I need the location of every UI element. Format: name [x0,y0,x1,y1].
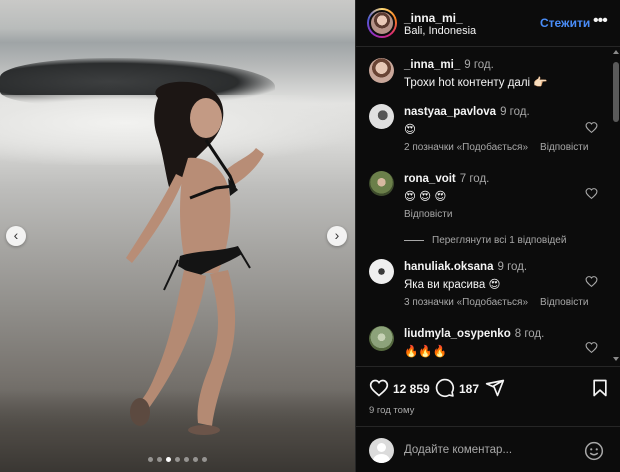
view-replies-link[interactable]: Переглянути всі 1 відповідей [404,235,566,246]
carousel-dot[interactable] [166,457,171,462]
comment-meta: 3 позначки «Подобається» Відповісти [404,297,588,308]
carousel-next-button[interactable]: › [327,226,347,246]
comment-text: 🔥🔥🔥 [404,346,447,358]
comment-text: Трохи hot контенту далі 👉🏻 [404,77,548,89]
replies-divider [404,240,424,241]
author-avatar[interactable] [367,8,397,38]
heart-icon[interactable] [585,275,598,288]
reply-button[interactable]: Відповісти [404,209,452,220]
comment-likes-count[interactable]: 3 позначки «Подобається» [404,297,528,308]
heart-icon[interactable] [585,187,598,200]
comment-time: 9 год. [500,106,530,118]
comment-text: Яка ви красива 😍 [404,279,501,291]
comment-meta: Відповісти [404,209,452,220]
comment-time: 9 год. [497,261,528,273]
reply-button[interactable]: Відповісти [540,297,588,308]
follow-button[interactable]: Стежити [540,16,590,30]
comment-text: 😍 😍 😍 [404,191,447,203]
reply-button[interactable]: Відповісти [540,142,588,153]
comment-text: 😍 [404,124,416,136]
bookmark-icon[interactable] [590,378,610,398]
scroll-down-arrow[interactable] [613,357,619,361]
carousel-dot[interactable] [148,457,153,462]
comment-avatar[interactable] [369,259,394,284]
comment-time: 9 год. [464,59,494,71]
post-header: _inna_mi_ Bali, Indonesia Стежити ••• [356,0,620,47]
comment-time: 8 год. [514,328,545,340]
comment-avatar[interactable] [369,171,394,196]
carousel-dot[interactable] [202,457,207,462]
heart-icon[interactable] [369,378,389,398]
carousel-dot[interactable] [184,457,189,462]
post-time-ago[interactable]: 9 год тому [369,405,414,416]
heart-icon[interactable] [585,341,598,354]
like-count[interactable]: 12 859 [393,382,430,396]
comment-author[interactable]: liudmyla_osypenko 8 год. [404,328,544,340]
comment-time: 7 год. [459,173,490,185]
share-icon[interactable] [485,378,505,398]
more-dots-icon[interactable]: ••• [593,12,608,30]
comment-likes-count[interactable]: 2 позначки «Подобається» [404,142,528,153]
comments-scrollbar[interactable] [612,60,619,360]
post-side-panel: _inna_mi_ Bali, Indonesia Стежити ••• _i… [355,0,620,472]
post-actions: 12 859 187 9 год тому [356,366,620,426]
comment-author[interactable]: _inna_mi_ 9 год. [404,59,494,71]
post-location[interactable]: Bali, Indonesia [404,25,476,37]
comment-avatar[interactable] [369,104,394,129]
scrollbar-thumb[interactable] [613,62,619,122]
carousel-dot[interactable] [175,457,180,462]
view-replies-text[interactable]: Переглянути всі 1 відповідей [432,235,566,246]
carousel-dots [148,457,207,462]
photo-figure [126,81,264,435]
author-username[interactable]: _inna_mi_ [404,11,463,25]
comment-avatar[interactable] [369,326,394,351]
carousel-prev-button[interactable]: ‹ [6,226,26,246]
add-comment-bar [356,426,620,472]
comment-meta: 2 позначки «Подобається» Відповісти [404,142,588,153]
comment-author[interactable]: hanuliak.oksana 9 год. [404,261,527,273]
comment-avatar[interactable] [369,58,394,83]
carousel-dot[interactable] [157,457,162,462]
comment-input[interactable] [404,441,574,459]
comment-author[interactable]: rona_voit 7 год. [404,173,489,185]
carousel-dot[interactable] [193,457,198,462]
heart-icon[interactable] [585,121,598,134]
comments-list: _inna_mi_ 9 год. Трохи hot контенту далі … [356,48,620,366]
emoji-icon[interactable] [584,441,604,461]
current-user-avatar [369,438,394,463]
post-photo: ‹ › [0,0,355,472]
comment-count[interactable]: 187 [459,382,479,396]
scroll-up-arrow[interactable] [613,50,619,54]
comment-author[interactable]: nastyaa_pavlova 9 год. [404,106,530,118]
comment-icon[interactable] [435,378,455,398]
